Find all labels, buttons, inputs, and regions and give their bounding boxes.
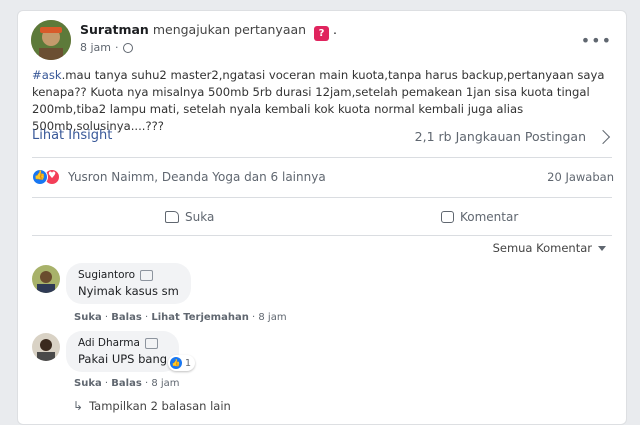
post-action-text: mengajukan pertanyaan	[152, 22, 307, 37]
show-more-replies-label: Tampilkan 2 balasan lain	[89, 399, 231, 413]
comment-reaction-count[interactable]: 👍 1	[168, 355, 196, 371]
more-icon[interactable]: •••	[581, 31, 612, 50]
comment-author-row: Sugiantoro	[78, 269, 179, 281]
commenter-avatar[interactable]	[32, 333, 60, 361]
comment-icon	[441, 211, 454, 223]
action-suffix: .	[333, 22, 338, 37]
divider	[32, 235, 612, 236]
comment-filter-label: Semua Komentar	[492, 241, 592, 255]
comment-time[interactable]: 8 jam	[151, 378, 179, 389]
answers-count[interactable]: 20 Jawaban	[547, 170, 614, 184]
author-name[interactable]: Suratman	[80, 22, 149, 37]
comment-reply-link[interactable]: Balas	[111, 378, 142, 389]
post-time[interactable]: 8 jam	[80, 41, 111, 54]
comment-button[interactable]: Komentar	[441, 205, 518, 229]
show-more-replies-link[interactable]: ↳ Tampilkan 2 balasan lain	[73, 399, 231, 413]
hashtag-link[interactable]: #ask	[32, 68, 62, 82]
thumbs-up-icon	[165, 211, 179, 223]
post-reach[interactable]: 2,1 rb Jangkauan Postingan	[415, 129, 586, 144]
post-text: #ask.mau tanya suhu2 master2,ngatasi voc…	[32, 67, 622, 135]
comment-text: Pakai UPS bang	[78, 352, 168, 366]
caret-down-icon	[598, 245, 606, 251]
reply-arrow-icon: ↳	[73, 399, 84, 413]
comment-time[interactable]: 8 jam	[258, 312, 286, 323]
like-reaction-icon: 👍	[170, 357, 182, 369]
chevron-right-icon[interactable]	[595, 129, 611, 145]
action-bar: Suka Komentar	[32, 201, 614, 233]
reaction-summary: 👍 ♥ Yusron Naimm, Deanda Yoga dan 6 lain…	[32, 167, 614, 187]
member-badge-icon	[140, 269, 154, 281]
comment-button-label: Komentar	[460, 210, 519, 224]
like-button[interactable]: Suka	[165, 205, 214, 229]
see-translation-link[interactable]: Lihat Terjemahan	[151, 312, 249, 323]
divider	[32, 197, 612, 198]
comment-actions: Suka · Balas · 8 jam	[74, 378, 180, 389]
comment-actions: Suka · Balas · Lihat Terjemahan · 8 jam	[74, 312, 287, 323]
question-badge-icon: ?	[314, 26, 330, 41]
comment-bubble: Sugiantoro Nyimak kasus sm	[66, 263, 191, 304]
author-avatar[interactable]	[31, 20, 71, 60]
author-line: Suratman mengajukan pertanyaan ? .	[80, 22, 337, 41]
like-button-label: Suka	[185, 210, 215, 224]
like-reaction-icon: 👍	[32, 169, 48, 185]
globe-icon	[122, 42, 133, 53]
comment-reply-link[interactable]: Balas	[111, 312, 142, 323]
comment-author[interactable]: Sugiantoro	[78, 269, 135, 281]
comment-like-link[interactable]: Suka	[74, 312, 102, 323]
post-card: Suratman mengajukan pertanyaan ? . 8 jam…	[17, 10, 627, 425]
comment-bubble: Adi Dharma Pakai UPS bang	[66, 331, 180, 372]
insight-row: Lihat Insight 2,1 rb Jangkauan Postingan	[32, 126, 614, 148]
commenter-avatar[interactable]	[32, 265, 60, 293]
comment-filter-dropdown[interactable]: Semua Komentar	[493, 241, 606, 255]
divider	[32, 157, 612, 158]
post-meta: 8 jam ·	[80, 41, 133, 54]
member-badge-icon	[144, 337, 158, 349]
comment-author[interactable]: Adi Dharma	[78, 337, 140, 349]
comment-text: Nyimak kasus sm	[78, 284, 179, 298]
reactors-list[interactable]: Yusron Naimm, Deanda Yoga dan 6 lainnya	[68, 170, 326, 184]
view-insight-link[interactable]: Lihat Insight	[32, 128, 112, 143]
comment-author-row: Adi Dharma	[78, 337, 167, 349]
post-body: .mau tanya suhu2 master2,ngatasi voceran…	[32, 68, 605, 133]
comment-reaction-number: 1	[185, 357, 192, 369]
comment-like-link[interactable]: Suka	[74, 378, 102, 389]
